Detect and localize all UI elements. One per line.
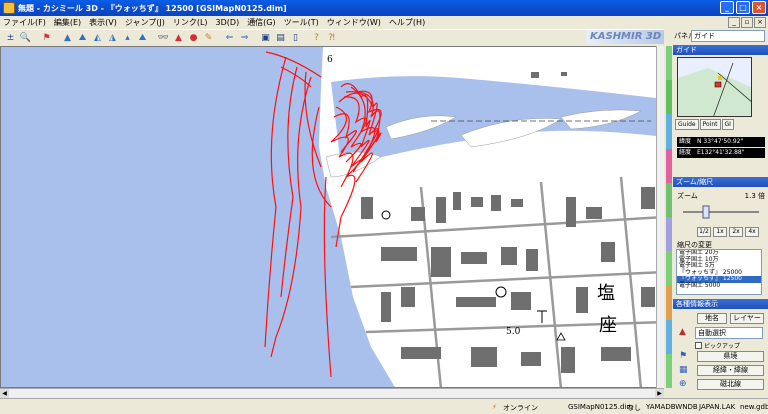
close-button[interactable]: × <box>752 1 766 14</box>
zoom-4x-button[interactable]: 4x <box>745 227 759 237</box>
latlon-button[interactable]: 経緯・緯線 <box>697 365 764 376</box>
menu-file[interactable]: ファイル(F) <box>3 17 46 28</box>
guide-header[interactable]: ガイド <box>673 45 768 55</box>
help-icon[interactable]: ? <box>310 32 323 45</box>
flag-icon: ⚑ <box>679 351 688 361</box>
menu-window[interactable]: ウィンドウ(W) <box>327 17 381 28</box>
pin-icon[interactable]: ● <box>187 32 200 45</box>
menu-bar: ファイル(F) 編集(E) 表示(V) ジャンプ(J) リンク(L) 3D(D)… <box>0 16 768 29</box>
menu-comm[interactable]: 通信(G) <box>247 17 275 28</box>
pencil-icon[interactable]: ✎ <box>202 32 215 45</box>
map-label-shio: 塩 <box>597 283 615 304</box>
mdi-minimize-button[interactable]: _ <box>728 17 740 28</box>
zoom-label: ズーム <box>677 192 698 200</box>
marker-icon[interactable]: ▲ <box>172 32 185 45</box>
horizontal-scrollbar[interactable]: ◀ ▶ <box>0 388 664 398</box>
menu-link[interactable]: リンク(L) <box>173 17 208 28</box>
scale-list[interactable]: 電子国土 20万 電子国土 10万 電子国土 5万 『ウォッちず』 25000 … <box>676 249 762 295</box>
color-strip <box>666 46 672 388</box>
zoom-header[interactable]: ズーム/縮尺 <box>673 177 768 187</box>
marker-icon: ▲ <box>679 327 686 337</box>
status-bar: ⚡ オンライン GSIMapN0125.dim なし YAMADBWNDB JA… <box>0 398 768 414</box>
arrow-right-icon[interactable]: ⇒ <box>238 32 251 45</box>
menu-view[interactable]: 表示(V) <box>89 17 117 28</box>
status-db: YAMADBWNDB <box>646 403 698 411</box>
status-gdb: new.gdb <box>740 403 768 411</box>
status-online: オンライン <box>503 404 538 412</box>
magnetic-north-button[interactable]: 磁北線 <box>697 379 764 390</box>
grid-icon: ▦ <box>679 365 688 375</box>
vertical-scrollbar[interactable] <box>656 46 664 388</box>
toolbar: ± 🔍 ⚑ ▲ ⛰ ◭ ◮ ▴ ⛰ 👓 ▲ ● ✎ ⇐ ⇒ ▣ ▤ ▯ ? ⁈ <box>0 29 664 46</box>
map-canvas[interactable] <box>1 47 664 388</box>
guide-button[interactable]: Guide <box>675 119 699 130</box>
phone-icon[interactable]: ▯ <box>289 32 302 45</box>
arrow-left-icon[interactable]: ⇐ <box>223 32 236 45</box>
menu-tools[interactable]: ツール(T) <box>284 17 319 28</box>
scroll-left-icon[interactable]: ◀ <box>0 388 9 398</box>
menu-3d[interactable]: 3D(D) <box>216 18 240 27</box>
maximize-button[interactable]: □ <box>736 1 750 14</box>
flag-icon[interactable]: ⚑ <box>40 32 53 45</box>
landscape-icon[interactable]: ▲ <box>61 32 74 45</box>
context-help-icon[interactable]: ⁈ <box>325 32 338 45</box>
map-view[interactable]: 6 塩 座 5.0 <box>0 46 664 388</box>
zoom-slider[interactable] <box>681 205 761 219</box>
status-none: なし <box>627 404 641 412</box>
place-name-button[interactable]: 地名 <box>697 313 727 324</box>
mountain-icon[interactable]: ⛰ <box>76 32 89 45</box>
zoom-1x-button[interactable]: 1x <box>713 227 727 237</box>
compass-icon: ⊕ <box>679 379 687 389</box>
zoom-2x-button[interactable]: 2x <box>729 227 743 237</box>
status-file: GSIMapN0125.dim <box>568 403 634 411</box>
scroll-right-icon[interactable]: ▶ <box>655 388 664 398</box>
map-label-za: 座 <box>599 315 617 336</box>
prefecture-button[interactable]: 県境 <box>697 351 764 362</box>
gi-button[interactable]: GI <box>721 119 734 130</box>
pickup-checkbox[interactable]: ピックアップ <box>695 341 740 350</box>
zoom-value: 1.3 倍 <box>744 192 765 200</box>
mdi-restore-button[interactable]: ▫ <box>741 17 753 28</box>
longitude-readout: 経度 E132°41'32.88" <box>677 148 765 158</box>
point-button[interactable]: Point <box>699 119 721 130</box>
status-lak: JAPAN.LAK <box>699 403 736 411</box>
window-title: 無題 - カシミール 3D - 『ウォッちず』 12500 [GSIMapN01… <box>18 3 287 13</box>
menu-help[interactable]: ヘルプ(H) <box>389 17 425 28</box>
latitude-readout: 緯度 N 33°47'50.92" <box>677 137 765 147</box>
menu-jump[interactable]: ジャンプ(J) <box>125 17 165 28</box>
app-icon[interactable] <box>3 2 15 14</box>
layer-button[interactable]: レイヤー <box>730 313 764 324</box>
magnifier-icon[interactable]: 🔍 <box>19 32 32 45</box>
map-label-elev: 5.0 <box>506 327 521 337</box>
terrain-2-icon[interactable]: ◮ <box>106 32 119 45</box>
menu-edit[interactable]: 編集(E) <box>54 17 81 28</box>
online-icon: ⚡ <box>492 403 497 411</box>
terrain-3-icon[interactable]: ▴ <box>121 32 134 45</box>
zoom-half-button[interactable]: 1/2 <box>697 227 711 237</box>
terrain-4-icon[interactable]: ⛰ <box>136 32 149 45</box>
side-panel: パネル ガイド ガイド Guide Point GI 緯度 N 33°47'50… <box>673 29 768 398</box>
auto-select[interactable]: 自動選択 <box>695 327 763 339</box>
binoculars-icon[interactable]: 👓 <box>157 32 170 45</box>
info-header[interactable]: 各種情報表示 <box>673 299 768 309</box>
gps-icon[interactable]: ▤ <box>274 32 287 45</box>
camera-icon[interactable]: ▣ <box>259 32 272 45</box>
scale-item[interactable]: 電子国土 5000 <box>677 282 761 290</box>
title-bar: 無題 - カシミール 3D - 『ウォッちず』 12500 [GSIMapN01… <box>0 0 768 16</box>
guide-minimap[interactable] <box>677 57 752 117</box>
kashmir-logo: KASHMIR 3D <box>586 30 664 44</box>
mdi-close-button[interactable]: × <box>754 17 766 28</box>
terrain-icon[interactable]: ◭ <box>91 32 104 45</box>
map-label-6: 6 <box>327 55 333 65</box>
panel-select[interactable]: ガイド <box>691 30 765 42</box>
minimize-button[interactable]: _ <box>720 1 734 14</box>
zoom-move-icon[interactable]: ± <box>4 32 17 45</box>
app-window: 無題 - カシミール 3D - 『ウォッちず』 12500 [GSIMapN01… <box>0 0 768 414</box>
